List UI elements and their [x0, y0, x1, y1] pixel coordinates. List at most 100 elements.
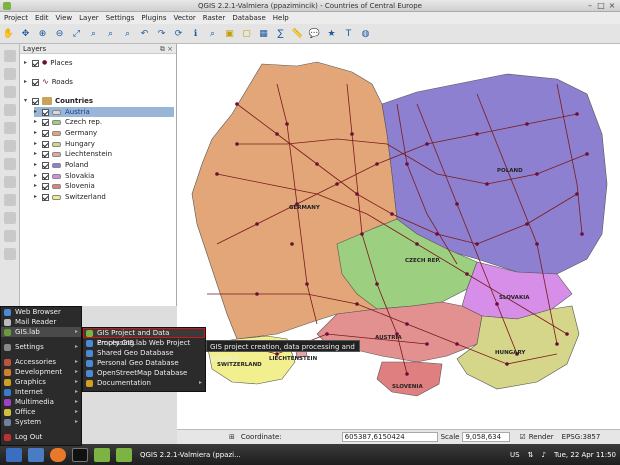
submenu-item-gis-project[interactable]: GIS Project and Data Processing — [83, 328, 205, 347]
layer-row-places[interactable]: ▸ ● Places — [24, 58, 73, 68]
add-wfs-icon[interactable] — [4, 158, 16, 170]
pan-to-selection-icon[interactable]: ✥ — [19, 27, 32, 40]
layer-visibility-checkbox[interactable] — [42, 118, 49, 126]
minimize-icon[interactable]: – — [586, 2, 594, 10]
add-delimited-icon[interactable] — [4, 194, 16, 206]
zoom-native-icon[interactable]: ⌕ — [121, 27, 134, 40]
add-vector-icon[interactable] — [4, 50, 16, 62]
menu-plugins[interactable]: Plugins — [141, 14, 166, 22]
menu-raster[interactable]: Raster — [203, 14, 226, 22]
menu-item-graphics[interactable]: Graphics ▸ — [1, 377, 81, 387]
keyboard-layout[interactable]: US — [510, 451, 520, 459]
new-layer-icon[interactable] — [4, 176, 16, 188]
menu-item-multimedia[interactable]: Multimedia ▸ — [1, 397, 81, 407]
zoom-next-icon[interactable]: ↷ — [155, 27, 168, 40]
taskbar-qgis-window[interactable]: QGIS 2.2.1-Valmiera (ppazi... — [140, 451, 241, 459]
layer-visibility-checkbox[interactable] — [42, 182, 49, 190]
menu-layer[interactable]: Layer — [79, 14, 99, 22]
layer-visibility-checkbox[interactable] — [42, 129, 49, 137]
layer-visibility-checkbox[interactable] — [42, 108, 49, 116]
layer-visibility-checkbox[interactable] — [32, 78, 39, 86]
select-icon[interactable]: ▣ — [223, 27, 236, 40]
add-spatialite-icon[interactable] — [4, 104, 16, 116]
firefox-icon[interactable] — [50, 447, 66, 462]
identify-icon[interactable]: ℹ — [189, 27, 202, 40]
menu-view[interactable]: View — [56, 14, 73, 22]
close-icon[interactable]: × — [608, 2, 616, 10]
expand-icon[interactable]: ▸ — [34, 160, 42, 170]
map-tips-icon[interactable]: 💬 — [308, 27, 321, 40]
attribute-table-icon[interactable]: ▦ — [257, 27, 270, 40]
coordinate-field[interactable]: 605387,6150424 — [341, 432, 438, 442]
layer-row-czech[interactable]: ▸ Czech rep. — [34, 117, 102, 127]
layer-row-liechtenstein[interactable]: ▸ Liechtenstein — [34, 149, 112, 159]
zoom-last-icon[interactable]: ↶ — [138, 27, 151, 40]
network-icon[interactable]: ⇅ — [528, 451, 534, 459]
field-calculator-icon[interactable]: ∑ — [274, 27, 287, 40]
menu-item-internet[interactable]: Internet ▸ — [1, 387, 81, 397]
menu-vector[interactable]: Vector — [173, 14, 195, 22]
map-canvas[interactable]: GERMANY POLAND CZECH REP. SLOVAKIA AUSTR… — [177, 44, 620, 429]
add-wms-icon[interactable] — [4, 122, 16, 134]
submenu-item-osm-db[interactable]: OpenStreetMap Database — [83, 368, 205, 378]
crs-label[interactable]: EPSG:3857 — [562, 433, 601, 441]
coordinate-toggle-icon[interactable]: ⊞ — [229, 433, 235, 441]
add-virtual-icon[interactable] — [4, 248, 16, 260]
layer-visibility-checkbox[interactable] — [42, 172, 49, 180]
layer-row-poland[interactable]: ▸ Poland — [34, 160, 88, 170]
menu-item-logout[interactable]: Log Out — [1, 432, 81, 442]
menu-item-accessories[interactable]: Accessories ▸ — [1, 357, 81, 367]
zoom-out-icon[interactable]: ⊖ — [53, 27, 66, 40]
submenu-item-shared-geo-db[interactable]: Shared Geo Database — [83, 348, 205, 358]
expand-icon[interactable]: ▸ — [34, 181, 42, 191]
layer-group-countries[interactable]: ▾ Countries — [24, 96, 93, 106]
file-manager-icon[interactable] — [28, 447, 44, 462]
submenu-item-documentation[interactable]: Documentation ▸ — [83, 378, 205, 388]
layer-row-austria[interactable]: ▸ Austria — [34, 107, 174, 117]
layer-visibility-checkbox[interactable] — [42, 161, 49, 169]
zoom-selection-icon[interactable]: ⌕ — [104, 27, 117, 40]
menu-item-gislab[interactable]: GIS.lab ▸ — [1, 327, 81, 337]
zoom-in-icon[interactable]: ⊕ — [36, 27, 49, 40]
globe-tool-icon[interactable]: ◍ — [359, 27, 372, 40]
menu-item-settings[interactable]: Settings ▸ — [1, 342, 81, 352]
layer-row-slovenia[interactable]: ▸ Slovenia — [34, 181, 95, 191]
qgis-task-icon[interactable] — [116, 447, 132, 462]
clock[interactable]: Tue, 22 Apr 11:50 — [554, 451, 616, 459]
render-checkbox[interactable]: ☑ — [519, 433, 525, 441]
expand-icon[interactable]: ▸ — [34, 107, 42, 117]
submenu-item-empty-web-project[interactable]: Empty GIS.lab Web Project — [83, 338, 205, 348]
layer-visibility-checkbox[interactable] — [42, 150, 49, 158]
add-mssql-icon[interactable] — [4, 212, 16, 224]
panel-float-close-icon[interactable]: ⧉ × — [160, 44, 173, 54]
start-menu-icon[interactable] — [6, 447, 22, 462]
add-postgis-icon[interactable] — [4, 86, 16, 98]
zoom-layer-icon[interactable]: ⌕ — [87, 27, 100, 40]
expand-icon[interactable]: ▸ — [24, 58, 32, 68]
refresh-icon[interactable]: ⟳ — [172, 27, 185, 40]
pan-icon[interactable]: ✋ — [2, 27, 15, 40]
volume-icon[interactable]: ♪ — [541, 451, 545, 459]
expand-icon[interactable]: ▸ — [34, 192, 42, 202]
menu-help[interactable]: Help — [273, 14, 289, 22]
layer-visibility-checkbox[interactable] — [42, 193, 49, 201]
expand-icon[interactable]: ▸ — [34, 117, 42, 127]
qgis-launcher-icon[interactable] — [94, 447, 110, 462]
layer-row-roads[interactable]: ▸ ∿ Roads — [24, 77, 73, 87]
add-oracle-icon[interactable] — [4, 230, 16, 242]
annotation-icon[interactable]: T — [342, 27, 355, 40]
measure-icon[interactable]: 📏 — [291, 27, 304, 40]
maximize-icon[interactable]: □ — [597, 2, 605, 10]
zoom-full-icon[interactable]: ⤢ — [70, 27, 83, 40]
expand-icon[interactable]: ▸ — [34, 171, 42, 181]
country-slovenia[interactable] — [376, 361, 443, 397]
layer-visibility-checkbox[interactable] — [32, 59, 39, 67]
menu-edit[interactable]: Edit — [35, 14, 49, 22]
collapse-icon[interactable]: ▾ — [24, 96, 32, 106]
expand-icon[interactable]: ▸ — [34, 128, 42, 138]
deselect-icon[interactable]: ▢ — [240, 27, 253, 40]
menu-settings[interactable]: Settings — [106, 14, 135, 22]
layer-row-slovakia[interactable]: ▸ Slovakia — [34, 171, 94, 181]
add-raster-icon[interactable] — [4, 68, 16, 80]
menu-item-mail-reader[interactable]: Mail Reader — [1, 317, 81, 327]
